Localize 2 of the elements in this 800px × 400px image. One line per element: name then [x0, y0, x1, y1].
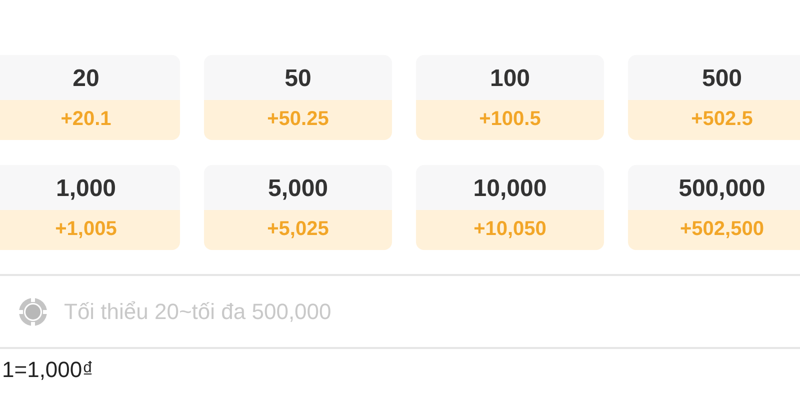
rate-note: 1=1,000₫	[2, 357, 94, 382]
chip-icon	[18, 296, 48, 326]
